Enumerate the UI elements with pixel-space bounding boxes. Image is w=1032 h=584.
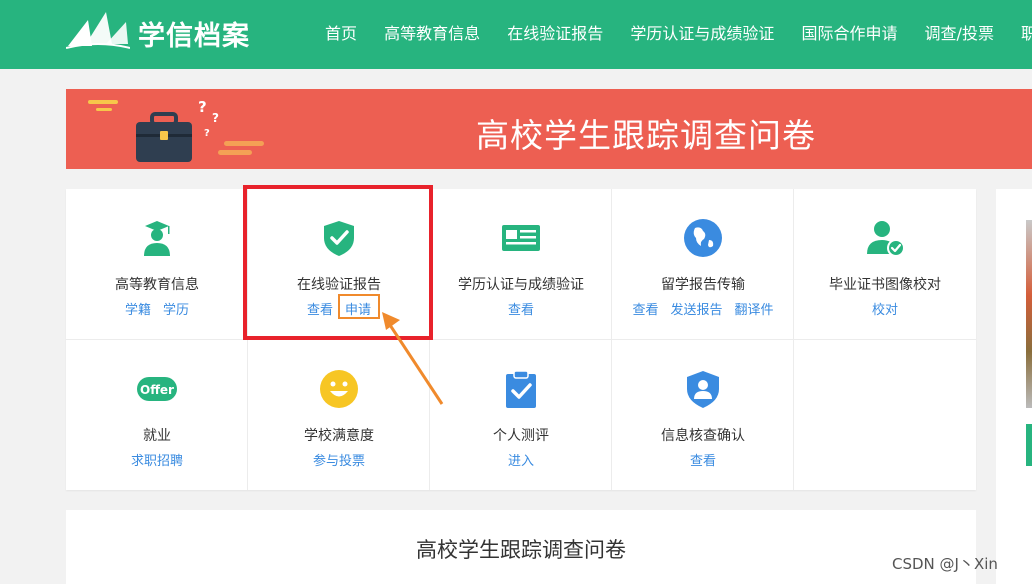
link-proofread[interactable]: 校对 xyxy=(872,303,898,318)
smiley-icon xyxy=(320,370,358,408)
nav-international[interactable]: 国际合作申请 xyxy=(801,20,897,44)
nav-home[interactable]: 首页 xyxy=(325,20,357,44)
link-view-transfer[interactable]: 查看 xyxy=(632,303,658,318)
service-personal-assessment[interactable]: 个人测评 进入 xyxy=(430,340,612,490)
logo-icon[interactable] xyxy=(66,10,130,50)
service-name: 学历认证与成绩验证 xyxy=(458,277,584,293)
service-links: 查看 xyxy=(612,450,794,469)
service-name: 就业 xyxy=(143,428,171,444)
briefcase-question-illustration: ? ? ? xyxy=(88,98,264,162)
link-job-search[interactable]: 求职招聘 xyxy=(131,454,183,469)
service-links: 校对 xyxy=(794,299,976,318)
service-info-verification[interactable]: 信息核查确认 查看 xyxy=(612,340,794,490)
service-links: 查看 xyxy=(430,299,612,318)
nav-online-report[interactable]: 在线验证报告 xyxy=(507,20,603,44)
banner-title: 高校学生跟踪调查问卷 xyxy=(476,116,816,155)
user-check-icon xyxy=(867,221,905,257)
service-links: 查看 发送报告 翻译件 xyxy=(612,299,794,318)
offer-icon: Offer xyxy=(137,377,177,401)
link-student-status[interactable]: 学籍 xyxy=(125,303,151,318)
service-degree-certification[interactable]: 学历认证与成绩验证 查看 xyxy=(430,189,612,339)
service-links: 进入 xyxy=(430,450,612,469)
link-send-report[interactable]: 发送报告 xyxy=(670,303,722,318)
service-name: 信息核查确认 xyxy=(661,428,745,444)
clipboard-check-icon xyxy=(506,370,536,408)
offer-badge-text: Offer xyxy=(140,383,174,397)
link-translation[interactable]: 翻译件 xyxy=(735,303,774,318)
logo-text[interactable]: 学信档案 xyxy=(138,14,250,53)
service-links: 参与投票 xyxy=(248,450,430,469)
top-header: 学信档案 首页 高等教育信息 在线验证报告 学历认证与成绩验证 国际合作申请 调… xyxy=(0,0,1032,69)
link-enter-assessment[interactable]: 进入 xyxy=(508,454,534,469)
side-promo-image[interactable] xyxy=(1026,220,1032,408)
link-degree[interactable]: 学历 xyxy=(163,303,189,318)
service-employment[interactable]: Offer 就业 求职招聘 xyxy=(66,340,248,490)
survey-title: 高校学生跟踪调查问卷 xyxy=(416,538,626,562)
nav-career[interactable]: 职业 xyxy=(1021,20,1032,44)
service-higher-education[interactable]: 高等教育信息 学籍 学历 xyxy=(66,189,248,339)
service-name: 留学报告传输 xyxy=(661,277,745,293)
nav-higher-education[interactable]: 高等教育信息 xyxy=(384,20,480,44)
service-name: 个人测评 xyxy=(493,428,549,444)
svg-text:?: ? xyxy=(198,98,207,116)
watermark: CSDN @J丶Xin xyxy=(892,555,998,573)
side-green-button[interactable] xyxy=(1026,424,1032,466)
survey-section: 高校学生跟踪调查问卷 xyxy=(66,510,976,584)
svg-text:?: ? xyxy=(204,128,210,139)
graduate-icon xyxy=(144,221,170,256)
nav-degree-certification[interactable]: 学历认证与成绩验证 xyxy=(630,20,774,44)
link-vote[interactable]: 参与投票 xyxy=(313,454,365,469)
service-name: 学校满意度 xyxy=(304,428,374,444)
service-certificate-image-check[interactable]: 毕业证书图像校对 校对 xyxy=(794,189,976,339)
globe-icon xyxy=(684,219,722,257)
svg-text:?: ? xyxy=(212,111,219,125)
service-name: 高等教育信息 xyxy=(115,277,199,293)
service-study-abroad-report[interactable]: 留学报告传输 查看 发送报告 翻译件 xyxy=(612,189,794,339)
service-links: 学籍 学历 xyxy=(66,299,248,318)
annotation-arrow-icon xyxy=(382,312,444,405)
survey-banner[interactable]: ? ? ? 高校学生跟踪调查问卷 xyxy=(66,89,1032,169)
main-nav: 首页 高等教育信息 在线验证报告 学历认证与成绩验证 国际合作申请 调查/投票 … xyxy=(325,20,1032,44)
service-links: 求职招聘 xyxy=(66,450,248,469)
link-view-certification[interactable]: 查看 xyxy=(508,303,534,318)
certificate-card-icon xyxy=(502,225,540,251)
highlight-orange-box xyxy=(338,294,380,319)
services-panel: 高等教育信息 学籍 学历 在线验证报告 查看 申请 学历认证与成绩验证 查看 留… xyxy=(66,189,976,490)
service-name: 毕业证书图像校对 xyxy=(829,277,941,293)
shield-user-icon xyxy=(687,371,719,408)
nav-survey[interactable]: 调查/投票 xyxy=(925,20,994,44)
link-view-verification[interactable]: 查看 xyxy=(690,454,716,469)
